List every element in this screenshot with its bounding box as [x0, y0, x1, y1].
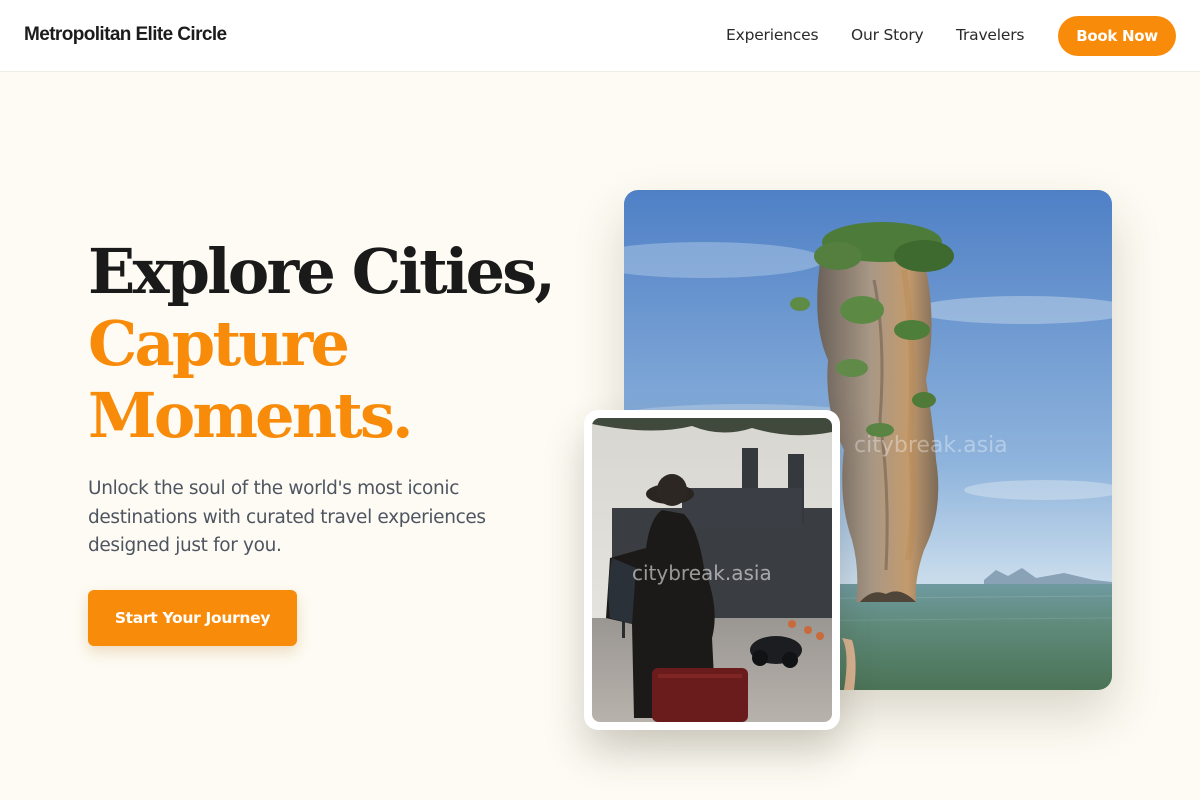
- nav-link-travelers[interactable]: Travelers: [956, 26, 1024, 44]
- start-journey-button[interactable]: Start Your Journey: [88, 590, 297, 646]
- nav-link-experiences[interactable]: Experiences: [726, 26, 819, 44]
- headline-line-1: Explore Cities,: [88, 235, 556, 308]
- top-navbar: Metropolitan Elite Circle Experiences Ou…: [0, 0, 1200, 72]
- traveler-photo-card: citybreak.asia: [584, 410, 840, 730]
- hero-subtext: Unlock the soul of the world's most icon…: [88, 478, 486, 556]
- traveler-photo: citybreak.asia: [592, 418, 832, 722]
- hero-headline: Explore Cities, Capture Moments.: [88, 235, 556, 452]
- book-now-button[interactable]: Book Now: [1058, 16, 1176, 56]
- main-photo-watermark: citybreak.asia: [854, 433, 1008, 458]
- headline-line-2: Capture: [88, 307, 350, 380]
- headline-line-3: Moments.: [88, 379, 414, 452]
- nav-link-our-story[interactable]: Our Story: [851, 26, 924, 44]
- small-photo-watermark: citybreak.asia: [632, 561, 772, 585]
- brand-logo[interactable]: Metropolitan Elite Circle: [24, 24, 227, 46]
